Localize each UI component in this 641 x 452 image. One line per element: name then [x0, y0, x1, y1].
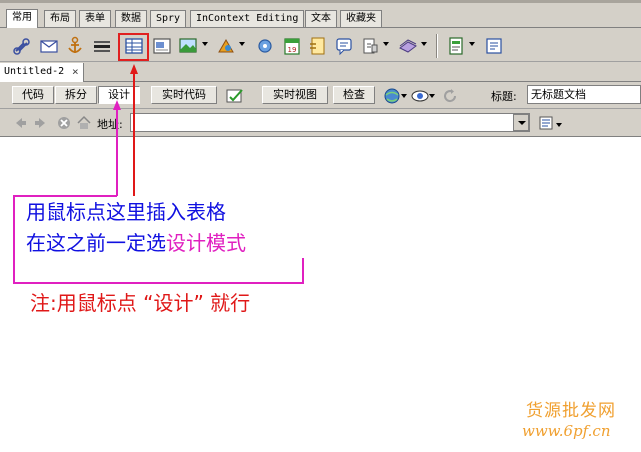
server-side-include-icon[interactable]: [308, 36, 328, 56]
visual-aids-dropdown-icon[interactable]: [429, 94, 435, 98]
date-icon[interactable]: 19: [282, 36, 302, 56]
back-arrow-icon[interactable]: [12, 115, 28, 131]
tag-chooser-icon[interactable]: [484, 36, 504, 56]
image-icon[interactable]: [178, 36, 198, 56]
browser-options-dropdown-icon[interactable]: [556, 123, 562, 127]
code-view-button[interactable]: 代码: [12, 86, 54, 104]
validate-icon[interactable]: [225, 86, 245, 104]
document-toolbar: 代码 拆分 设计 实时代码 实时视图 检查 标题: 无标题文档: [0, 82, 641, 109]
refresh-icon[interactable]: [440, 86, 458, 104]
insert-bar-tabs: 常用 布局 表单 数据 Spry InContext Editing 文本 收藏…: [0, 0, 641, 28]
annotation-design-mode-prefix: 在这之前一定选: [26, 231, 166, 255]
watermark-site-name: 货源批发网: [526, 401, 616, 421]
templates-dropdown-icon[interactable]: [469, 42, 475, 46]
address-dropdown-button[interactable]: [513, 114, 529, 131]
tab-incontext-editing[interactable]: InContext Editing: [190, 10, 305, 27]
insert-bar-icons: 19: [0, 28, 641, 62]
inspect-button[interactable]: 检查: [333, 86, 375, 104]
templates-icon[interactable]: [446, 36, 466, 56]
live-view-button[interactable]: 实时视图: [262, 86, 328, 104]
document-tab-row: Untitled-2 ×: [0, 62, 641, 82]
title-input[interactable]: 无标题文档: [527, 85, 641, 104]
title-bar-edge: [0, 0, 641, 3]
stop-icon[interactable]: [56, 115, 72, 131]
comment-icon[interactable]: [334, 36, 354, 56]
document-tab[interactable]: Untitled-2 ×: [0, 63, 84, 82]
media-icon[interactable]: [216, 36, 236, 56]
forward-arrow-icon[interactable]: [33, 115, 49, 131]
document-tab-title: Untitled-2: [4, 66, 65, 77]
annotation-insert-table: 用鼠标点这里插入表格: [26, 200, 226, 224]
hyperlink-icon[interactable]: [12, 36, 32, 56]
tab-common[interactable]: 常用: [6, 9, 38, 28]
address-label: 地址:: [97, 118, 123, 131]
browser-options-icon[interactable]: [538, 115, 554, 131]
head-dropdown-icon[interactable]: [383, 42, 389, 46]
image-dropdown-icon[interactable]: [202, 42, 208, 46]
tab-data[interactable]: 数据: [115, 10, 147, 27]
home-icon[interactable]: [76, 115, 92, 131]
named-anchor-icon[interactable]: [65, 36, 85, 56]
preview-browser-icon[interactable]: [382, 86, 400, 104]
annotation-design-mode: 在这之前一定选设计模式: [26, 230, 246, 256]
watermark-url: www.6pf.cn: [522, 422, 611, 440]
widget-icon[interactable]: [255, 36, 275, 56]
close-icon[interactable]: ×: [72, 63, 79, 81]
tab-text[interactable]: 文本: [305, 10, 337, 27]
annotation-note: 注:用鼠标点 “设计” 就行: [30, 291, 251, 315]
tab-forms[interactable]: 表单: [79, 10, 111, 27]
design-view-button[interactable]: 设计: [98, 86, 140, 104]
media-dropdown-icon[interactable]: [239, 42, 245, 46]
address-input[interactable]: [130, 113, 530, 132]
preview-dropdown-icon[interactable]: [401, 94, 407, 98]
toolbar-separator: [436, 34, 438, 58]
tab-favorites[interactable]: 收藏夹: [340, 10, 382, 27]
browser-navigation-bar: 地址:: [0, 109, 641, 137]
script-dropdown-icon[interactable]: [421, 42, 427, 46]
email-link-icon[interactable]: [39, 36, 59, 56]
visual-aids-icon[interactable]: [410, 86, 429, 104]
head-tag-icon[interactable]: [360, 36, 380, 56]
script-icon[interactable]: [398, 36, 418, 56]
horizontal-rule-icon[interactable]: [92, 36, 112, 56]
tab-spry[interactable]: Spry: [150, 10, 187, 27]
tab-layout[interactable]: 布局: [44, 10, 76, 27]
svg-text:19: 19: [288, 46, 297, 54]
live-code-button[interactable]: 实时代码: [151, 86, 217, 104]
insert-div-icon[interactable]: [152, 36, 172, 56]
split-view-button[interactable]: 拆分: [55, 86, 97, 104]
annotation-design-mode-highlight: 设计模式: [166, 231, 246, 255]
title-label: 标题:: [491, 90, 517, 103]
table-icon-highlight: [118, 33, 149, 61]
